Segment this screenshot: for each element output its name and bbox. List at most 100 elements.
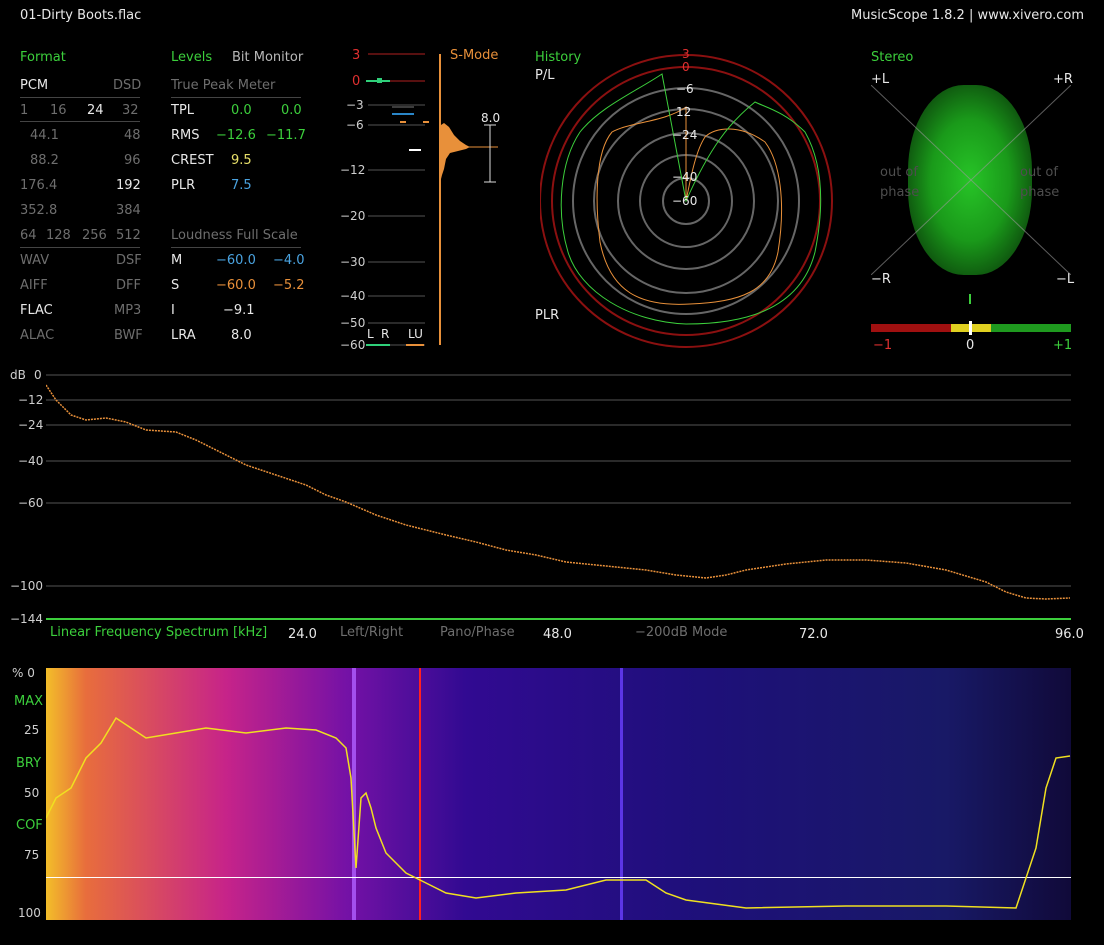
spec-x-24: 24.0 [288, 627, 317, 642]
file-mp3: MP3 [114, 303, 142, 318]
corr-minus-1: −1 [873, 338, 893, 353]
rate-96: 96 [124, 153, 141, 168]
spectrogram-y-50: 50 [24, 786, 40, 800]
stereo-header[interactable]: Stereo [871, 50, 913, 65]
s-left: −60.0 [216, 278, 256, 293]
corr-zero: 0 [966, 338, 975, 353]
correlation-marker [969, 321, 972, 335]
bit-16: 16 [50, 103, 67, 118]
spec-y-60: −60 [18, 496, 44, 510]
meter-tick-m30: −30 [340, 255, 366, 269]
tpl-left: 0.0 [231, 103, 252, 118]
spectrum-plot [46, 374, 1071, 620]
spec-x-72: 72.0 [799, 627, 828, 642]
bit-monitor-tab[interactable]: Bit Monitor [232, 50, 303, 65]
lra-value: 8.0 [231, 328, 252, 343]
meter-tick-m12: −12 [340, 163, 366, 177]
mode-200db[interactable]: −200dB Mode [635, 625, 727, 640]
mode-left-right[interactable]: Left/Right [340, 625, 403, 640]
spec-y-0: 0 [34, 368, 42, 382]
dsd-label: DSD [113, 78, 142, 93]
s-label: S [171, 278, 180, 293]
crest-value: 9.5 [231, 153, 252, 168]
mode-pano-phase[interactable]: Pano/Phase [440, 625, 515, 640]
level-meter-graphic [366, 53, 498, 346]
ring-0: 0 [682, 60, 690, 74]
spectrogram-y-25: 25 [24, 723, 40, 737]
spec-x-48: 48.0 [543, 627, 572, 642]
tpl-right: 0.0 [281, 103, 302, 118]
spectrum-title[interactable]: Linear Frequency Spectrum [kHz] [50, 625, 267, 640]
file-dff: DFF [116, 278, 141, 293]
m-left: −60.0 [216, 253, 256, 268]
rate-44: 44.1 [30, 128, 59, 143]
rate-192: 192 [116, 178, 141, 193]
meter-tick-m3: −3 [346, 98, 364, 112]
lra-label: LRA [171, 328, 196, 343]
s-mode-label[interactable]: S-Mode [450, 48, 498, 63]
crest-label: CREST [171, 153, 214, 168]
rms-label: RMS [171, 128, 200, 143]
rate-48: 48 [124, 128, 141, 143]
rate-88: 88.2 [30, 153, 59, 168]
m-right: −4.0 [273, 253, 305, 268]
correlation-tick [969, 294, 971, 304]
file-bwf: BWF [114, 328, 143, 343]
ring-m60: −60 [672, 194, 698, 208]
meter-tick-m50: −50 [340, 316, 366, 330]
meter-tick-m60: −60 [340, 338, 366, 352]
file-dsf: DSF [116, 253, 142, 268]
out-of-phase-left: out of phase [880, 165, 920, 200]
file-aiff: AIFF [20, 278, 48, 293]
ring-m6: −6 [676, 82, 694, 96]
levels-header[interactable]: Levels [171, 50, 212, 65]
file-alac: ALAC [20, 328, 55, 343]
file-flac: FLAC [20, 303, 53, 318]
dsd-64: 64 [20, 228, 37, 243]
spectrum-db-label: dB [10, 368, 26, 382]
spectrogram-y-0: % 0 [12, 666, 35, 680]
legend-l: L [367, 327, 374, 341]
ring-12: 12 [676, 105, 692, 119]
m-label: M [171, 253, 183, 268]
pcm-label: PCM [20, 78, 49, 93]
ring-m40: −40 [672, 170, 698, 184]
true-peak-title: True Peak Meter [171, 78, 276, 93]
spec-y-12: −12 [18, 393, 44, 407]
legend-r: R [381, 327, 390, 341]
spec-y-40: −40 [18, 454, 44, 468]
spectrogram-y-75: 75 [24, 848, 40, 862]
i-value: −9.1 [223, 303, 255, 318]
ring-3: 3 [682, 47, 690, 61]
meter-tick-3: 3 [352, 48, 361, 63]
plr-label: PLR [171, 178, 196, 193]
bit-32: 32 [122, 103, 139, 118]
dsd-512: 512 [116, 228, 141, 243]
meter-tick-m40: −40 [340, 289, 366, 303]
spec-x-96: 96.0 [1055, 627, 1084, 642]
marker-bry: BRY [16, 756, 42, 771]
out-of-phase-right: out of phase [1020, 165, 1060, 200]
lra-bar-value: 8.0 [481, 111, 501, 125]
legend-lu: LU [408, 327, 423, 341]
tpl-label: TPL [171, 103, 195, 118]
spec-y-144: −144 [10, 612, 43, 626]
app-title: MusicScope 1.8.2 | www.xivero.com [851, 8, 1084, 23]
rate-352: 352.8 [20, 203, 58, 218]
loudness-title: Loudness Full Scale [171, 228, 298, 243]
meter-tick-m20: −20 [340, 209, 366, 223]
i-label: I [171, 303, 175, 318]
meter-tick-m6: −6 [346, 118, 364, 132]
file-title: 01-Dirty Boots.flac [20, 8, 142, 23]
bit-1: 1 [20, 103, 29, 118]
marker-max: MAX [14, 694, 44, 709]
dsd-256: 256 [82, 228, 107, 243]
spectrogram-curve [46, 716, 1071, 909]
rms-right: −11.7 [266, 128, 306, 143]
format-header: Format [20, 50, 66, 65]
s-right: −5.2 [273, 278, 305, 293]
dsd-128: 128 [46, 228, 71, 243]
file-wav: WAV [20, 253, 50, 268]
bit-24: 24 [87, 103, 104, 118]
marker-cof: COF [16, 818, 43, 833]
